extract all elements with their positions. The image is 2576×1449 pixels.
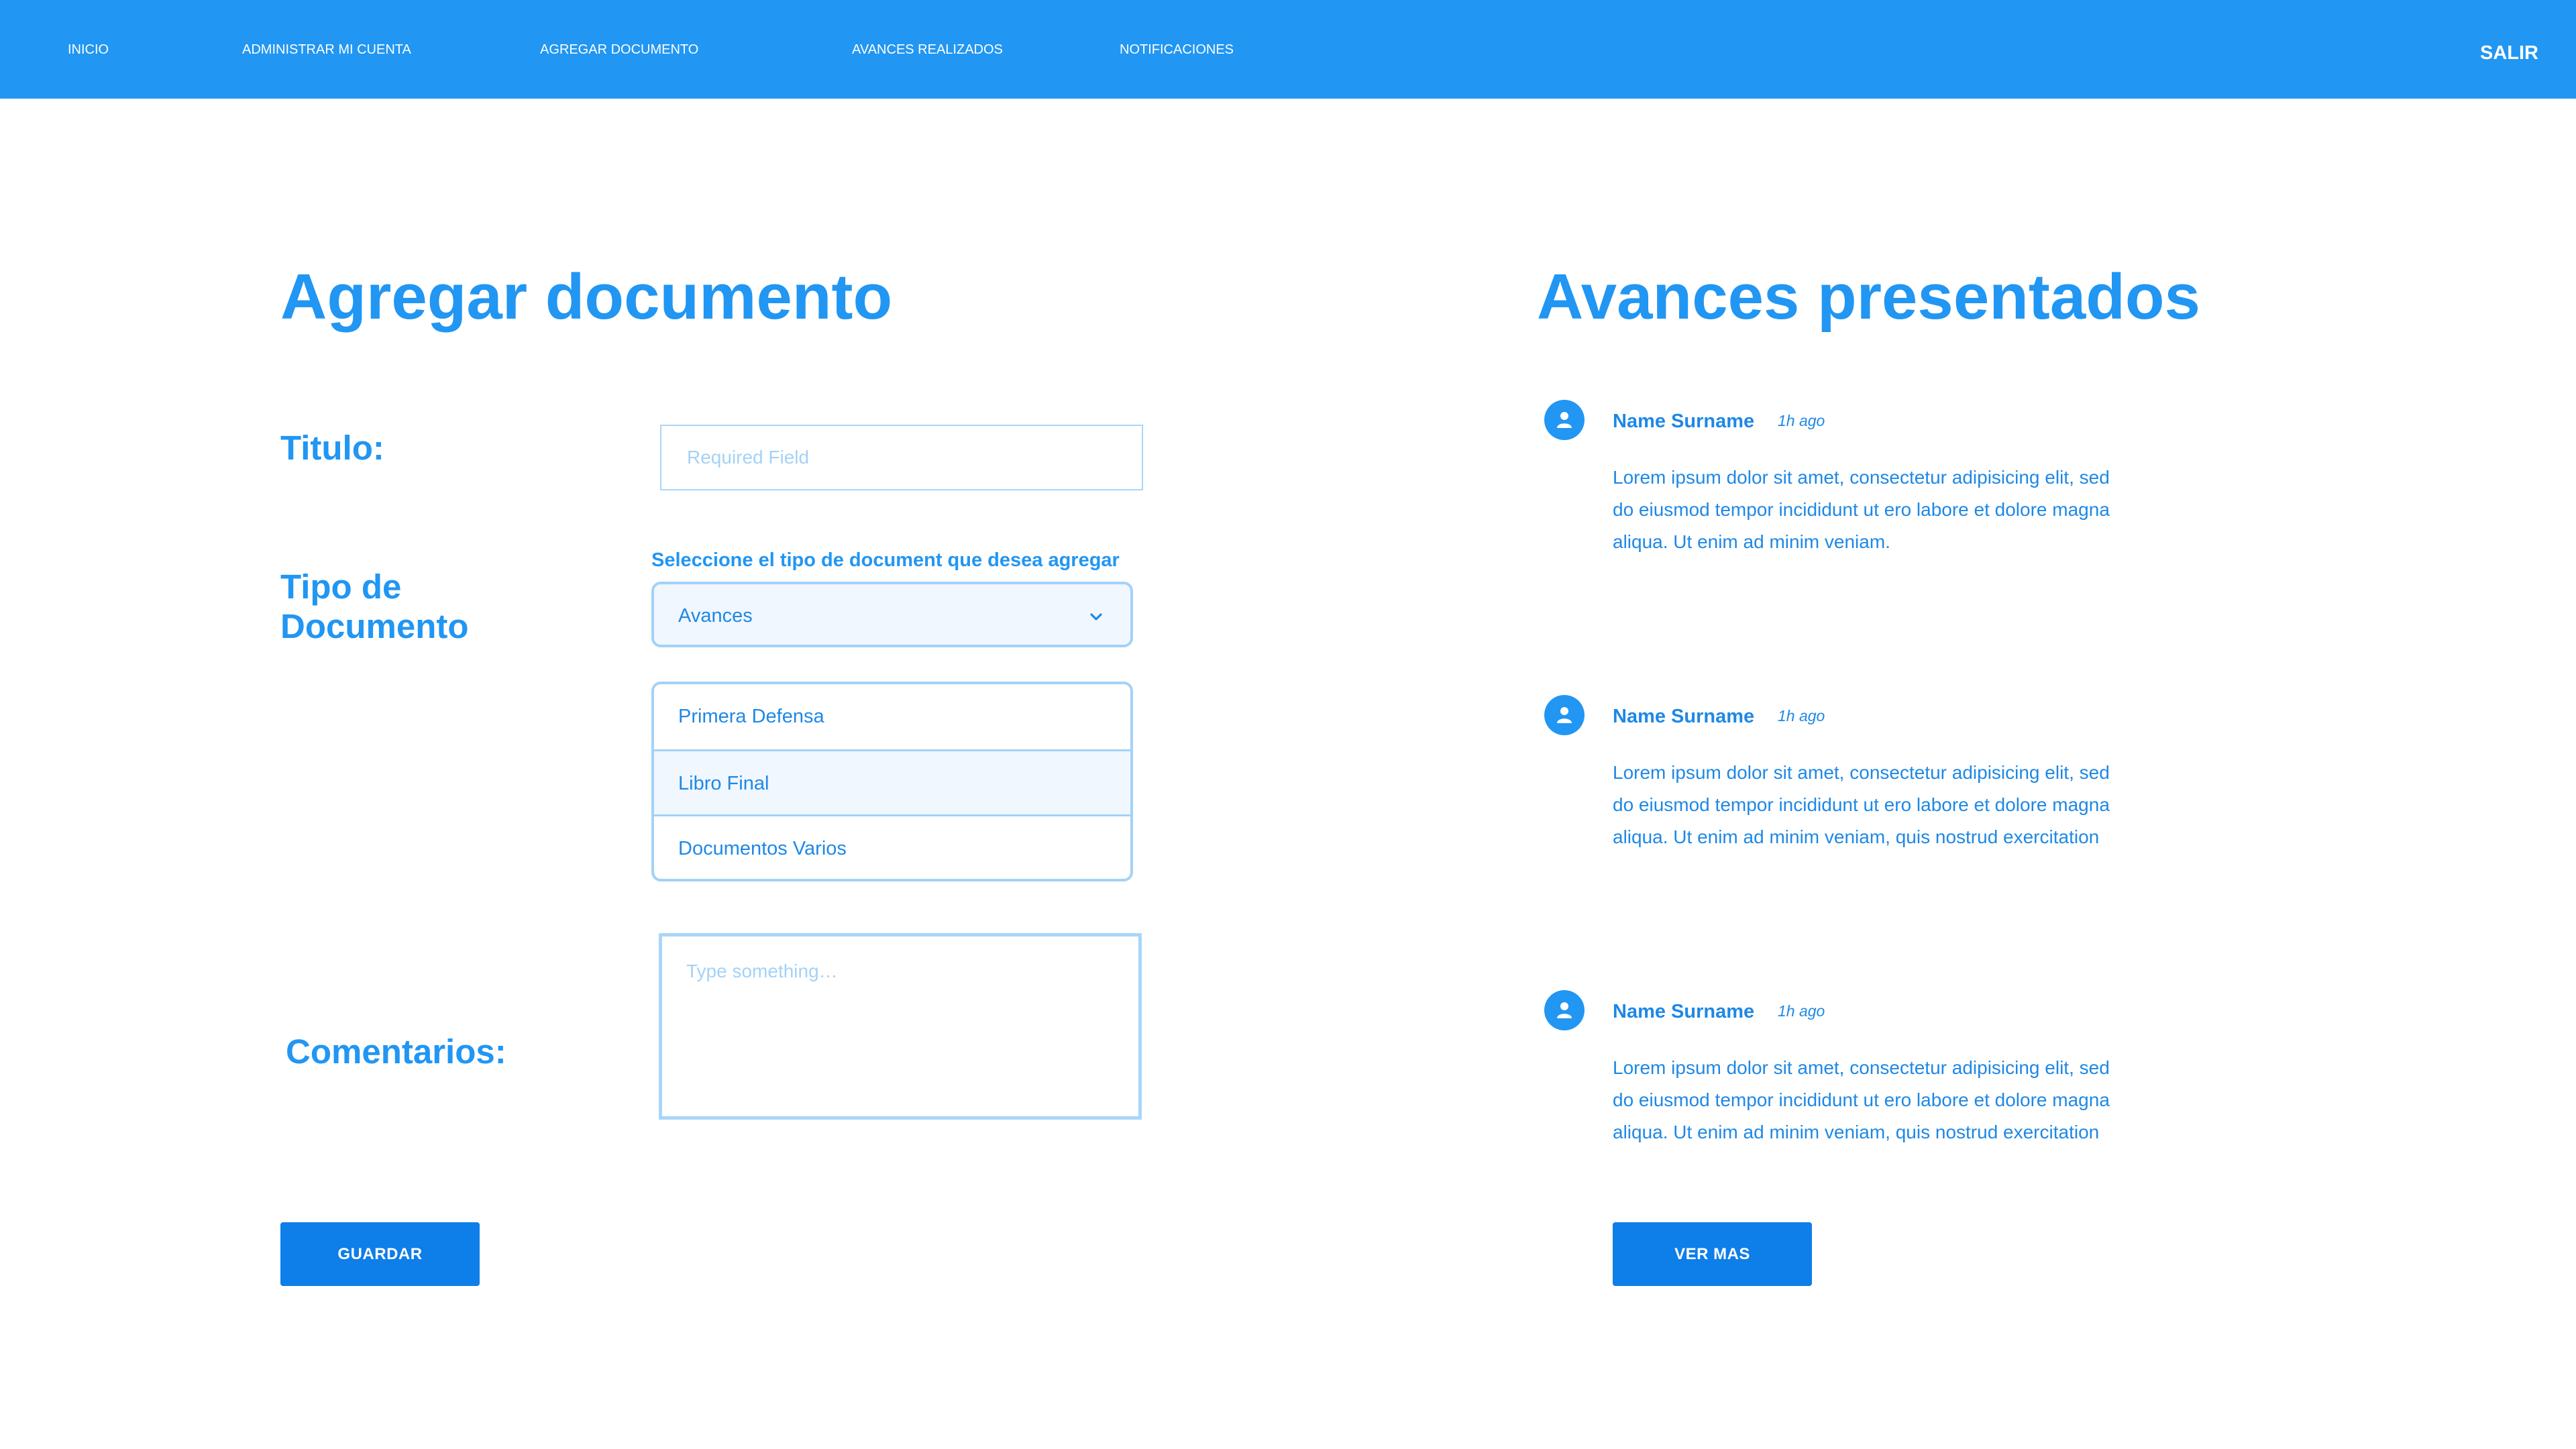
nav-link-notificaciones[interactable]: NOTIFICACIONES: [1120, 42, 1234, 58]
document-type-select[interactable]: Avances: [651, 582, 1133, 647]
user-avatar-icon: [1544, 695, 1585, 735]
post-body: Lorem ipsum dolor sit amet, consectetur …: [1613, 1057, 2110, 1142]
nav-link-agregar-documento[interactable]: AGREGAR DOCUMENTO: [540, 42, 698, 58]
user-avatar-icon: [1544, 400, 1585, 440]
comentarios-textarea[interactable]: [659, 933, 1142, 1120]
option-primera-defensa[interactable]: Primera Defensa: [654, 684, 1130, 749]
option-libro-final[interactable]: Libro Final: [654, 749, 1130, 814]
post-author: Name Surname: [1613, 1001, 1755, 1022]
select-caption: Seleccione el tipo de document que desea…: [651, 549, 1120, 571]
option-documentos-varios[interactable]: Documentos Varios: [654, 814, 1130, 879]
ver-mas-button[interactable]: VER MAS: [1613, 1222, 1812, 1286]
titulo-input[interactable]: [660, 425, 1143, 490]
post-time: 1h ago: [1778, 707, 1825, 724]
feed-title: Avances presentados: [1537, 261, 2200, 333]
form-page-title: Agregar documento: [280, 261, 893, 333]
post-author: Name Surname: [1613, 706, 1755, 727]
titulo-label: Titulo:: [280, 429, 384, 467]
nav-link-avances-realizados[interactable]: AVANCES REALIZADOS: [852, 42, 1003, 58]
tipo-documento-label: Tipo de Documento: [280, 568, 469, 645]
logout-link[interactable]: SALIR: [2480, 42, 2538, 64]
post-author: Name Surname: [1613, 411, 1755, 432]
feed-post: Name Surname 1h ago Lorem ipsum dolor si…: [1544, 695, 2148, 869]
feed-post: Name Surname 1h ago Lorem ipsum dolor si…: [1544, 400, 2148, 574]
nav-link-administrar-cuenta[interactable]: ADMINISTRAR MI CUENTA: [242, 42, 411, 58]
guardar-button[interactable]: GUARDAR: [280, 1222, 480, 1286]
select-selected-value: Avances: [678, 605, 753, 627]
chevron-down-icon: [1090, 613, 1102, 621]
top-navigation-bar: INICIO ADMINISTRAR MI CUENTA AGREGAR DOC…: [0, 0, 2576, 99]
nav-link-inicio[interactable]: INICIO: [68, 42, 109, 58]
comentarios-label: Comentarios:: [286, 1032, 506, 1071]
post-time: 1h ago: [1778, 412, 1825, 429]
post-body: Lorem ipsum dolor sit amet, consectetur …: [1613, 762, 2110, 847]
document-type-options: Primera Defensa Libro Final Documentos V…: [651, 682, 1133, 881]
post-body: Lorem ipsum dolor sit amet, consectetur …: [1613, 467, 2110, 552]
post-time: 1h ago: [1778, 1002, 1825, 1020]
feed-post: Name Surname 1h ago Lorem ipsum dolor si…: [1544, 990, 2148, 1165]
user-avatar-icon: [1544, 990, 1585, 1030]
